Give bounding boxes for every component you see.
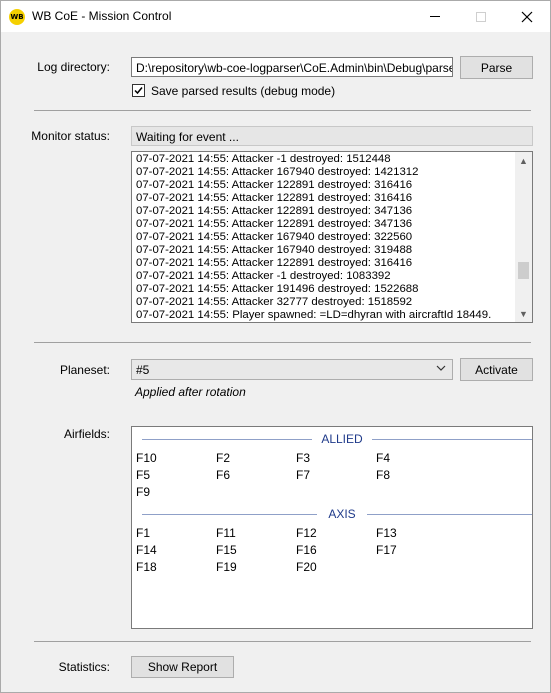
- minimize-button[interactable]: [412, 1, 458, 32]
- activate-button[interactable]: Activate: [460, 358, 533, 381]
- app-logo-icon: WB: [9, 9, 25, 25]
- airfield-item[interactable]: F3: [296, 451, 310, 465]
- event-log[interactable]: 07-07-2021 14:55: Attacker -1 destroyed:…: [131, 151, 533, 323]
- close-icon: [521, 11, 533, 22]
- scroll-up-icon[interactable]: ▲: [515, 152, 532, 169]
- maximize-button[interactable]: [458, 1, 504, 32]
- log-line: 07-07-2021 14:55: Attacker 122891 destro…: [136, 205, 413, 217]
- log-line: 07-07-2021 14:55: Attacker 122891 destro…: [136, 192, 413, 204]
- airfield-item[interactable]: F9: [136, 485, 150, 499]
- airfield-item[interactable]: F2: [216, 451, 230, 465]
- airfields-list[interactable]: ALLIED F10 F2 F3 F4 F5 F6 F7 F8 F9 AXIS F1 F11 F12…: [131, 426, 533, 629]
- log-directory-input[interactable]: D:\repository\wb-coe-logparser\CoE.Admin…: [131, 57, 453, 77]
- log-line: 07-07-2021 14:55: Attacker -1 destroyed:…: [136, 153, 391, 165]
- title-bar[interactable]: WB WB CoE - Mission Control: [1, 1, 550, 32]
- airfield-item[interactable]: F18: [136, 560, 157, 574]
- airfield-item[interactable]: F15: [216, 543, 237, 557]
- airfield-item[interactable]: F11: [216, 526, 236, 540]
- log-line: 07-07-2021 14:55: Player spawned: =LD=dh…: [136, 309, 492, 321]
- planeset-note: Applied after rotation: [135, 385, 246, 399]
- airfield-item[interactable]: F10: [136, 451, 157, 465]
- airfield-item[interactable]: F1: [136, 526, 150, 540]
- separator: [34, 110, 531, 111]
- log-line: 07-07-2021 14:55: Attacker 167940 destro…: [136, 166, 419, 178]
- close-button[interactable]: [504, 1, 550, 32]
- log-line: 07-07-2021 14:55: Attacker 32777 destroy…: [136, 296, 413, 308]
- airfield-item[interactable]: F14: [136, 543, 157, 557]
- monitor-status-value: Waiting for event ...: [131, 126, 533, 146]
- parse-button[interactable]: Parse: [460, 56, 533, 79]
- airfield-item[interactable]: F13: [376, 526, 397, 540]
- planeset-select[interactable]: #5: [131, 359, 453, 380]
- airfield-item[interactable]: F6: [216, 468, 230, 482]
- event-log-lines: 07-07-2021 14:55: Attacker -1 destroyed:…: [136, 153, 516, 322]
- save-parsed-checkbox[interactable]: [132, 84, 145, 97]
- axis-group-header: AXIS: [142, 507, 532, 521]
- airfield-item[interactable]: F16: [296, 543, 317, 557]
- planeset-selected-value: #5: [136, 363, 150, 377]
- statistics-label: Statistics:: [58, 660, 110, 674]
- airfield-item[interactable]: F20: [296, 560, 317, 574]
- monitor-status-label: Monitor status:: [31, 129, 110, 143]
- scroll-down-icon[interactable]: ▼: [515, 305, 532, 322]
- planeset-label: Planeset:: [59, 363, 110, 377]
- airfield-item[interactable]: F19: [216, 560, 237, 574]
- checkmark-icon: [134, 87, 143, 95]
- airfield-item[interactable]: F4: [376, 451, 390, 465]
- separator: [34, 342, 531, 343]
- log-line: 07-07-2021 14:55: Attacker 167940 destro…: [136, 231, 413, 243]
- chevron-down-icon: [436, 364, 446, 375]
- maximize-icon: [476, 11, 486, 22]
- save-parsed-label[interactable]: Save parsed results (debug mode): [151, 84, 335, 98]
- log-directory-label: Log directory:: [37, 60, 110, 74]
- airfield-item[interactable]: F8: [376, 468, 390, 482]
- show-report-button[interactable]: Show Report: [131, 656, 234, 678]
- scroll-thumb[interactable]: [518, 262, 529, 279]
- airfield-item[interactable]: F5: [136, 468, 150, 482]
- log-line: 07-07-2021 14:55: Attacker -1 destroyed:…: [136, 270, 391, 282]
- airfield-item[interactable]: F7: [296, 468, 310, 482]
- log-line: 07-07-2021 14:55: Attacker 122891 destro…: [136, 179, 413, 191]
- airfield-item[interactable]: F17: [376, 543, 397, 557]
- window-title: WB CoE - Mission Control: [32, 9, 172, 23]
- event-log-scrollbar[interactable]: ▲ ▼: [515, 152, 532, 322]
- log-line: 07-07-2021 14:55: Attacker 122891 destro…: [136, 218, 413, 230]
- airfields-label: Airfields:: [63, 427, 110, 441]
- log-line: 07-07-2021 14:55: Attacker 122891 destro…: [136, 257, 413, 269]
- minimize-icon: [430, 16, 440, 17]
- separator: [34, 641, 531, 642]
- log-line: 07-07-2021 14:55: Attacker 191496 destro…: [136, 283, 419, 295]
- allied-group-title: ALLIED: [321, 432, 363, 446]
- axis-group-title: AXIS: [328, 507, 356, 521]
- allied-group-header: ALLIED: [142, 432, 532, 446]
- log-line: 07-07-2021 14:55: Attacker 167940 destro…: [136, 244, 413, 256]
- main-window: WB WB CoE - Mission Control Log director…: [0, 0, 551, 693]
- airfield-item[interactable]: F12: [296, 526, 317, 540]
